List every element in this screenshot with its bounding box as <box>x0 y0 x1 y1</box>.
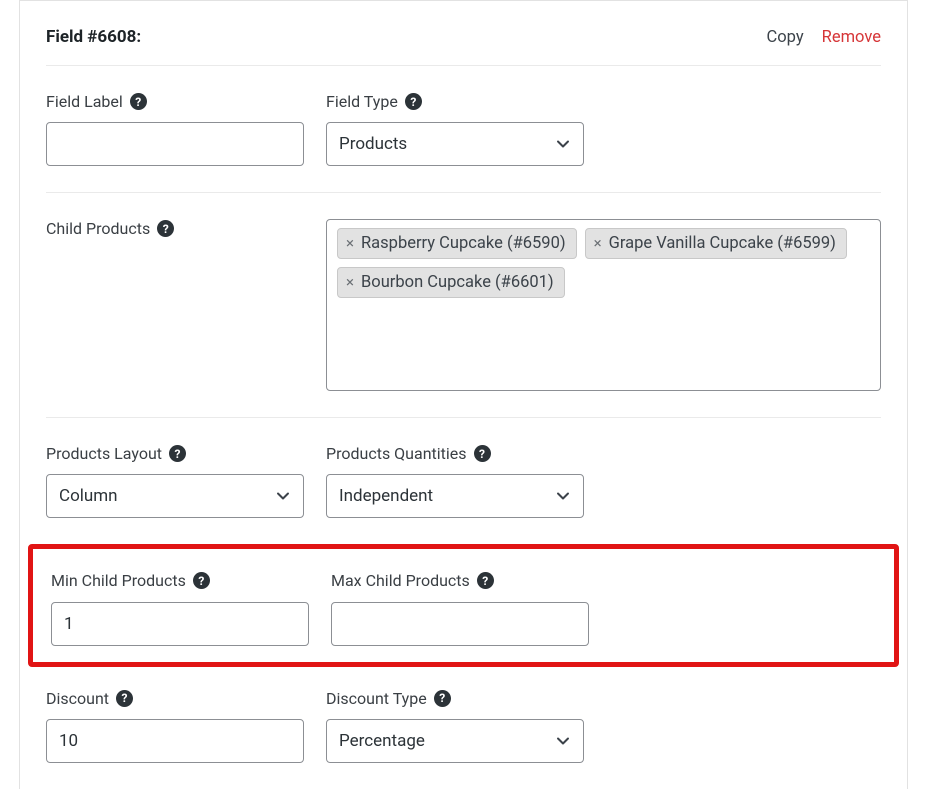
field-type-select[interactable]: Products <box>326 122 584 166</box>
col-child-products-label: Child Products ? <box>46 219 304 249</box>
select-value: Column <box>59 486 118 506</box>
chevron-down-icon <box>555 136 571 152</box>
help-icon[interactable]: ? <box>477 572 494 589</box>
help-icon[interactable]: ? <box>405 93 422 110</box>
select-value: Percentage <box>339 731 425 751</box>
label-text: Min Child Products <box>51 571 186 590</box>
remove-tag-icon[interactable]: × <box>594 236 602 251</box>
discount-type-select[interactable]: Percentage <box>326 719 584 763</box>
label-text: Field Label <box>46 92 123 111</box>
tag-label: Grape Vanilla Cupcake (#6599) <box>609 232 836 255</box>
max-child-products-input[interactable] <box>331 602 589 646</box>
col-child-products-input: × Raspberry Cupcake (#6590) × Grape Vani… <box>326 219 881 391</box>
label-text: Discount Type <box>326 689 427 708</box>
chevron-down-icon <box>275 488 291 504</box>
discount-input[interactable] <box>46 719 304 763</box>
panel-title: Field #6608: <box>46 27 141 47</box>
label-text: Discount <box>46 689 109 708</box>
min-child-products-input[interactable] <box>51 602 309 646</box>
help-icon[interactable]: ? <box>169 445 186 462</box>
help-icon[interactable]: ? <box>116 690 133 707</box>
help-icon[interactable]: ? <box>130 93 147 110</box>
panel-header: Field #6608: Copy Remove <box>46 1 881 66</box>
product-tag: × Raspberry Cupcake (#6590) <box>337 228 577 259</box>
label-min-child-products: Min Child Products ? <box>51 571 309 590</box>
remove-tag-icon[interactable]: × <box>346 236 354 251</box>
remove-button[interactable]: Remove <box>822 28 881 47</box>
help-icon[interactable]: ? <box>474 445 491 462</box>
col-field-label: Field Label ? <box>46 92 304 166</box>
child-products-multiselect[interactable]: × Raspberry Cupcake (#6590) × Grape Vani… <box>326 219 881 391</box>
field-config-panel: Field #6608: Copy Remove Field Label ? F… <box>19 0 908 789</box>
col-discount: Discount ? <box>46 689 304 763</box>
remove-tag-icon[interactable]: × <box>346 275 354 290</box>
row-products-layout: Products Layout ? Column Products Quanti… <box>46 418 881 544</box>
select-value: Products <box>339 134 407 154</box>
label-products-layout: Products Layout ? <box>46 444 304 463</box>
label-text: Field Type <box>326 92 398 111</box>
col-products-quantities: Products Quantities ? Independent <box>326 444 584 518</box>
select-value: Independent <box>339 486 433 506</box>
row-min-max: Min Child Products ? Max Child Products … <box>51 571 876 645</box>
help-icon[interactable]: ? <box>193 572 210 589</box>
panel-actions: Copy Remove <box>767 28 881 47</box>
label-max-child-products: Max Child Products ? <box>331 571 589 590</box>
col-min-child-products: Min Child Products ? <box>51 571 309 645</box>
tag-label: Raspberry Cupcake (#6590) <box>361 232 566 255</box>
help-icon[interactable]: ? <box>157 220 174 237</box>
products-quantities-select[interactable]: Independent <box>326 474 584 518</box>
row-field-basics: Field Label ? Field Type ? Products <box>46 66 881 193</box>
label-text: Max Child Products <box>331 571 470 590</box>
chevron-down-icon <box>555 733 571 749</box>
label-discount: Discount ? <box>46 689 304 708</box>
tag-label: Bourbon Cupcake (#6601) <box>361 271 554 294</box>
col-discount-type: Discount Type ? Percentage <box>326 689 584 763</box>
row-discount: Discount ? Discount Type ? Percentage <box>46 667 881 789</box>
help-icon[interactable]: ? <box>434 690 451 707</box>
product-tag: × Grape Vanilla Cupcake (#6599) <box>585 228 847 259</box>
highlight-annotation: Min Child Products ? Max Child Products … <box>28 544 899 666</box>
col-field-type: Field Type ? Products <box>326 92 584 166</box>
chevron-down-icon <box>555 488 571 504</box>
field-label-input[interactable] <box>46 122 304 166</box>
label-discount-type: Discount Type ? <box>326 689 584 708</box>
product-tag: × Bourbon Cupcake (#6601) <box>337 267 565 298</box>
label-products-quantities: Products Quantities ? <box>326 444 584 463</box>
col-products-layout: Products Layout ? Column <box>46 444 304 518</box>
label-field-type: Field Type ? <box>326 92 584 111</box>
label-text: Products Layout <box>46 444 162 463</box>
label-field-label: Field Label ? <box>46 92 304 111</box>
products-layout-select[interactable]: Column <box>46 474 304 518</box>
row-child-products: Child Products ? × Raspberry Cupcake (#6… <box>46 193 881 418</box>
col-max-child-products: Max Child Products ? <box>331 571 589 645</box>
label-text: Child Products <box>46 219 150 238</box>
label-child-products: Child Products ? <box>46 219 304 238</box>
copy-button[interactable]: Copy <box>767 28 804 47</box>
label-text: Products Quantities <box>326 444 467 463</box>
